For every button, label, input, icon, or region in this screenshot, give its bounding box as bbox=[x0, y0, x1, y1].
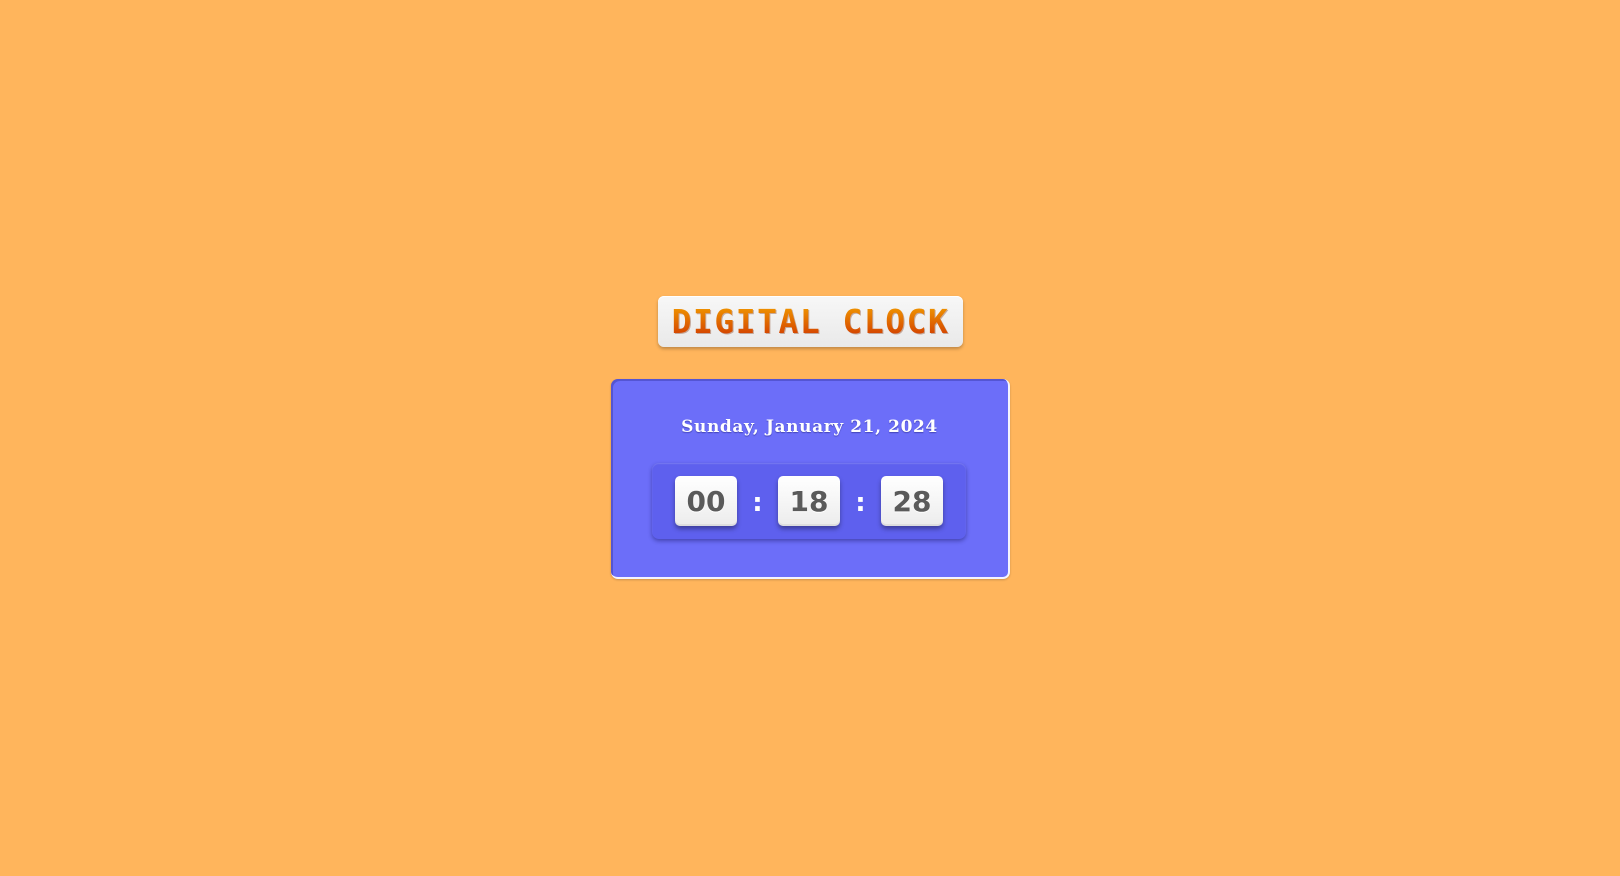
title-badge: Digital Clock bbox=[658, 296, 963, 347]
clock-date: Sunday, January 21, 2024 bbox=[681, 417, 938, 437]
hours-minutes-separator: : bbox=[752, 488, 763, 518]
seconds-display: 28 bbox=[881, 476, 943, 526]
minutes-display: 18 bbox=[778, 476, 840, 526]
clock-card: Sunday, January 21, 2024 00 : 18 : 28 bbox=[611, 379, 1010, 579]
time-panel: 00 : 18 : 28 bbox=[652, 463, 966, 539]
minutes-seconds-separator: : bbox=[855, 488, 866, 518]
page-title: Digital Clock bbox=[671, 302, 950, 341]
hours-display: 00 bbox=[675, 476, 737, 526]
clock-page: { "colors": { "background": "#FFB55C", "… bbox=[0, 0, 1620, 876]
